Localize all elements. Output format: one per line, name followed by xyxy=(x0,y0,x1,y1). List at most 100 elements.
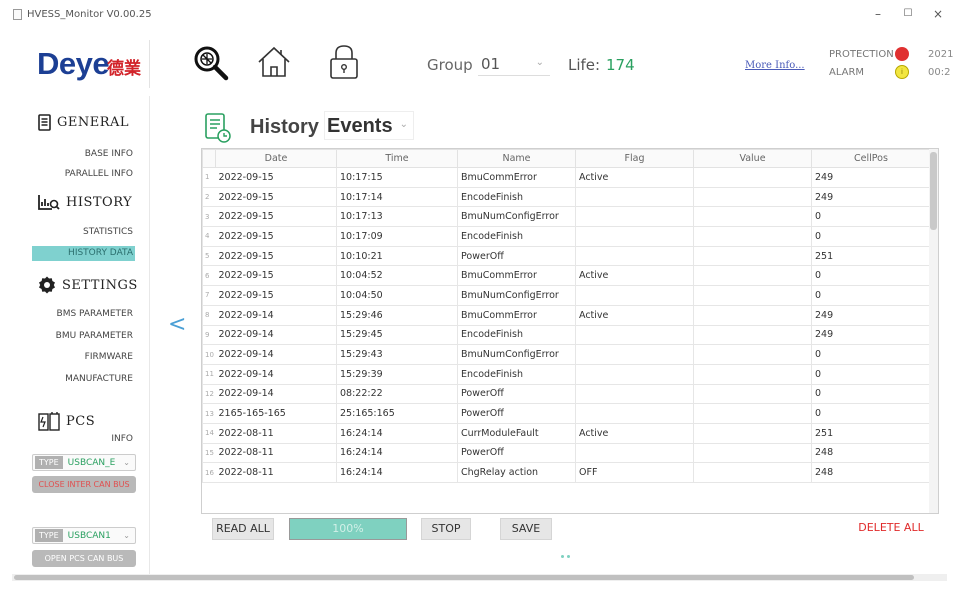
cell-date: 2022-08-11 xyxy=(215,442,337,464)
group-label: Group xyxy=(427,56,473,74)
cell-flag: Active xyxy=(575,167,694,188)
col-header-time[interactable]: Time xyxy=(336,149,458,168)
sidebar-item-history-data[interactable]: HISTORY DATA xyxy=(32,246,135,261)
table-row[interactable]: 16 2022-08-11 16:24:14 ChgRelay action OFF 24… xyxy=(202,462,931,483)
table-row[interactable]: 3 2022-09-15 10:17:13 BmuNumConfigError 0 xyxy=(202,206,931,228)
sidebar-item-manufacture[interactable]: MANUFACTURE xyxy=(65,374,133,384)
header: Deye 德業 Group 01 ⌄ Life: 174 More Info..… xyxy=(0,30,957,96)
cell-cellpos: 248 xyxy=(811,442,931,464)
cell-time: 16:24:14 xyxy=(336,442,458,464)
sidebar-item-firmware[interactable]: FIRMWARE xyxy=(85,352,133,362)
cell-date: 2022-09-14 xyxy=(215,304,337,326)
cell-cellpos: 251 xyxy=(811,422,931,444)
read-all-button[interactable]: READ ALL xyxy=(212,518,274,540)
lock-icon[interactable] xyxy=(322,42,366,82)
cell-date: 2165-165-165 xyxy=(215,403,337,424)
home-icon[interactable] xyxy=(252,42,296,82)
sidebar-section-settings[interactable]: SETTINGS xyxy=(38,276,138,294)
cell-name: EncodeFinish xyxy=(457,324,576,346)
scrollbar-thumb[interactable] xyxy=(14,575,914,580)
cell-date: 2022-09-14 xyxy=(215,363,337,385)
cell-name: BmuCommError xyxy=(457,167,576,188)
col-header-cellpos[interactable]: CellPos xyxy=(811,149,931,168)
open-pcs-can-bus-button[interactable]: OPEN PCS CAN BUS xyxy=(32,550,136,567)
sidebar-section-pcs[interactable]: PCS xyxy=(38,411,95,431)
history-events-table[interactable]: Date Time Name Flag Value CellPos 1 2022-… xyxy=(201,148,939,514)
table-row[interactable]: 15 2022-08-11 16:24:14 PowerOff 248 xyxy=(202,442,931,464)
table-row[interactable]: 13 2165-165-165 25:165:165 PowerOff 0 xyxy=(202,403,931,424)
history-type-select[interactable]: Events ⌄ xyxy=(324,111,414,140)
table-row[interactable]: 2 2022-09-15 10:17:14 EncodeFinish 249 xyxy=(202,186,931,208)
cell-date: 2022-09-14 xyxy=(215,344,337,365)
cell-cellpos: 249 xyxy=(811,167,931,188)
gear-icon xyxy=(39,276,55,294)
row-index: 4 xyxy=(202,226,216,247)
sidebar-section-general[interactable]: GENERAL xyxy=(38,114,129,131)
cell-time: 08:22:22 xyxy=(336,383,458,405)
cell-name: BmuNumConfigError xyxy=(457,285,576,306)
cell-flag xyxy=(575,442,694,464)
can-type-select-2[interactable]: TYPE USBCAN1 ⌄ xyxy=(32,527,136,544)
minimize-button[interactable]: – xyxy=(868,7,888,21)
sidebar-item-statistics[interactable]: STATISTICS xyxy=(83,227,133,237)
row-index: 7 xyxy=(202,285,216,306)
can-type-select-1[interactable]: TYPE USBCAN_E ⌄ xyxy=(32,454,136,471)
cell-name: BmuNumConfigError xyxy=(457,344,576,365)
table-row[interactable]: 5 2022-09-15 10:10:21 PowerOff 251 xyxy=(202,245,931,267)
stop-button[interactable]: STOP xyxy=(421,518,471,540)
sidebar-item-parallel-info[interactable]: PARALLEL INFO xyxy=(65,169,133,179)
col-header-flag[interactable]: Flag xyxy=(575,149,694,168)
table-row[interactable]: 1 2022-09-15 10:17:15 BmuCommError Active 249 xyxy=(202,167,931,188)
table-row[interactable]: 12 2022-09-14 08:22:22 PowerOff 0 xyxy=(202,383,931,405)
cell-value xyxy=(693,167,812,188)
cell-date: 2022-09-15 xyxy=(215,265,337,287)
sidebar-section-history[interactable]: HISTORY xyxy=(38,194,132,211)
chevron-down-icon: ⌄ xyxy=(123,531,130,540)
more-info-link[interactable]: More Info... xyxy=(745,60,805,71)
table-row[interactable]: 8 2022-09-14 15:29:46 BmuCommError Active 249 xyxy=(202,304,931,326)
cell-time: 10:17:09 xyxy=(336,226,458,247)
col-header-date[interactable]: Date xyxy=(215,149,337,168)
delete-all-button[interactable]: DELETE ALL xyxy=(855,518,927,540)
cell-cellpos: 0 xyxy=(811,265,931,287)
cell-cellpos: 0 xyxy=(811,363,931,385)
cell-cellpos: 0 xyxy=(811,383,931,405)
protection-indicator-icon xyxy=(895,47,909,61)
sidebar-item-base-info[interactable]: BASE INFO xyxy=(85,149,133,159)
col-header-name[interactable]: Name xyxy=(457,149,576,168)
cell-date: 2022-09-15 xyxy=(215,206,337,228)
sidebar-item-bms-parameter[interactable]: BMS PARAMETER xyxy=(57,309,133,319)
cell-time: 25:165:165 xyxy=(336,403,458,424)
table-row[interactable]: 10 2022-09-14 15:29:43 BmuNumConfigError 0 xyxy=(202,344,931,365)
cell-flag xyxy=(575,344,694,365)
back-arrow-icon[interactable]: < xyxy=(168,312,186,337)
scrollbar-thumb[interactable] xyxy=(930,152,937,230)
maximize-button[interactable]: ☐ xyxy=(898,8,918,19)
cell-cellpos: 248 xyxy=(811,462,931,483)
table-row[interactable]: 4 2022-09-15 10:17:09 EncodeFinish 0 xyxy=(202,226,931,247)
table-row[interactable]: 14 2022-08-11 16:24:14 CurrModuleFault Activ… xyxy=(202,422,931,444)
cell-time: 10:04:50 xyxy=(336,285,458,306)
table-row[interactable]: 11 2022-09-14 15:29:39 EncodeFinish 0 xyxy=(202,363,931,385)
table-row[interactable]: 6 2022-09-15 10:04:52 BmuCommError Active 0 xyxy=(202,265,931,287)
row-index: 6 xyxy=(202,265,216,287)
sidebar-item-pcs-info[interactable]: INFO xyxy=(111,434,133,444)
row-index: 13 xyxy=(202,403,216,424)
cell-date: 2022-09-15 xyxy=(215,167,337,188)
search-scan-icon[interactable] xyxy=(189,42,233,82)
header-divider xyxy=(149,40,150,88)
table-row[interactable]: 9 2022-09-14 15:29:45 EncodeFinish 249 xyxy=(202,324,931,346)
row-index: 2 xyxy=(202,186,216,208)
cell-value xyxy=(693,344,812,365)
group-select[interactable]: 01 ⌄ xyxy=(478,52,550,76)
col-header-value[interactable]: Value xyxy=(693,149,812,168)
cell-time: 10:17:15 xyxy=(336,167,458,188)
table-vertical-scrollbar[interactable] xyxy=(929,149,938,513)
table-row[interactable]: 7 2022-09-15 10:04:50 BmuNumConfigError 0 xyxy=(202,285,931,306)
horizontal-scrollbar[interactable] xyxy=(12,574,947,581)
sidebar-item-bmu-parameter[interactable]: BMU PARAMETER xyxy=(56,331,133,341)
row-index: 1 xyxy=(202,167,216,188)
save-button[interactable]: SAVE xyxy=(500,518,552,540)
close-button[interactable]: × xyxy=(928,7,948,21)
close-inter-can-bus-button[interactable]: CLOSE INTER CAN BUS xyxy=(32,476,136,493)
